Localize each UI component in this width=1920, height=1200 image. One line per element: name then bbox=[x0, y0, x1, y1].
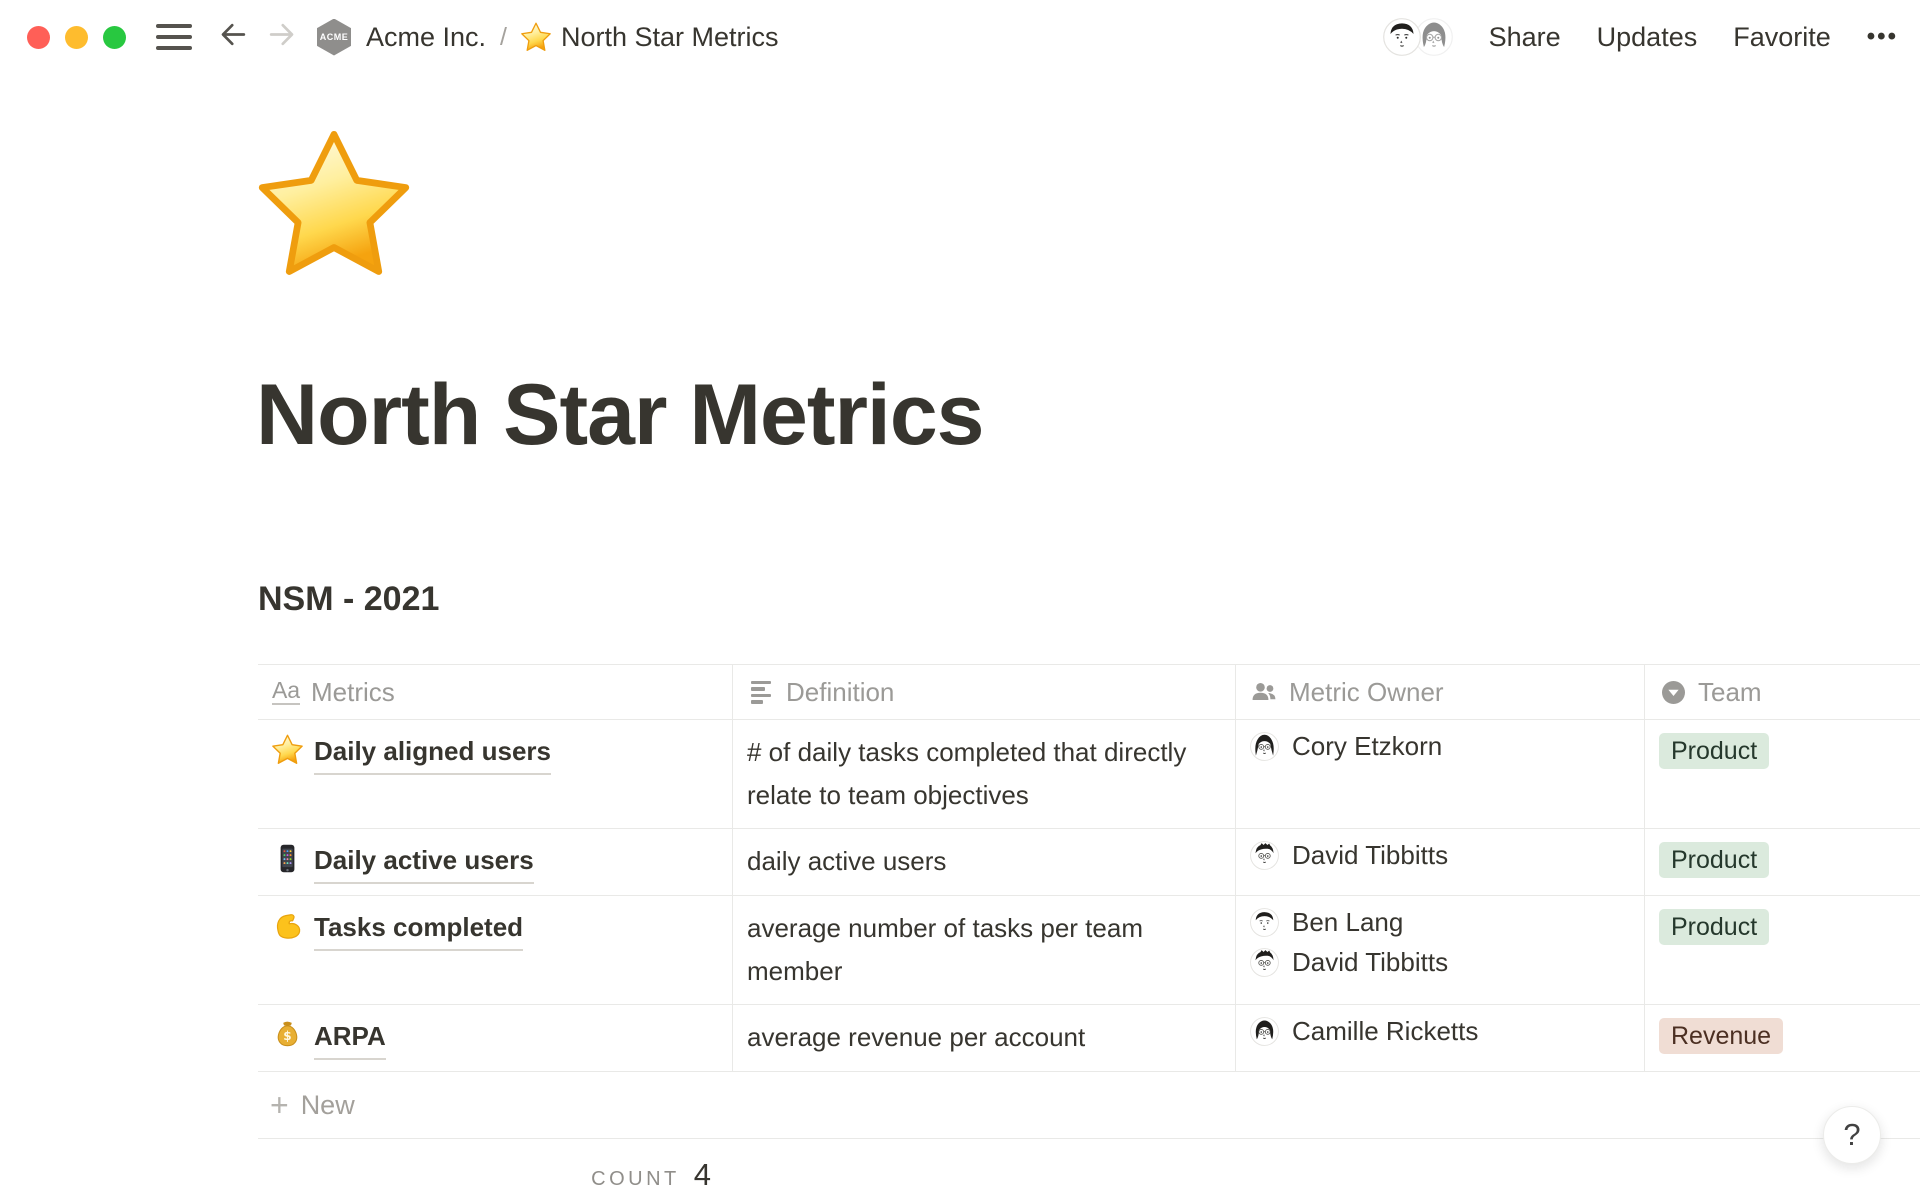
team-cell[interactable]: Product bbox=[1645, 896, 1920, 1004]
column-header-definition[interactable]: Definition bbox=[733, 665, 1236, 719]
sidebar-menu-icon[interactable] bbox=[156, 24, 192, 50]
metric-page-link[interactable]: Daily aligned users bbox=[314, 731, 551, 775]
minimize-window-button[interactable] bbox=[65, 26, 88, 49]
favorite-button[interactable]: Favorite bbox=[1733, 22, 1831, 53]
count-label: COUNT bbox=[591, 1168, 680, 1191]
collaborator-avatars[interactable] bbox=[1383, 18, 1453, 56]
person-chip[interactable]: David Tibbitts bbox=[1250, 840, 1628, 871]
workspace-logo-icon[interactable]: ACME bbox=[317, 19, 351, 56]
breadcrumb-workspace[interactable]: Acme Inc. bbox=[366, 22, 486, 53]
breadcrumb-separator: / bbox=[500, 23, 507, 52]
avatar bbox=[1250, 732, 1279, 761]
new-row-label: New bbox=[301, 1090, 355, 1121]
person-name: Ben Lang bbox=[1292, 907, 1403, 938]
avatar[interactable] bbox=[1383, 18, 1421, 56]
metric-page-link[interactable]: ARPA bbox=[314, 1016, 386, 1060]
page-title[interactable]: North Star Metrics bbox=[256, 366, 984, 465]
avatar bbox=[1250, 948, 1279, 977]
column-label: Definition bbox=[786, 677, 894, 708]
close-window-button[interactable] bbox=[27, 26, 50, 49]
plus-icon: + bbox=[270, 1089, 289, 1121]
star-icon bbox=[272, 734, 303, 765]
window-titlebar: ACME Acme Inc. / North Star Metrics Shar… bbox=[0, 0, 1920, 74]
team-cell[interactable]: Product bbox=[1645, 720, 1920, 828]
team-tag[interactable]: Product bbox=[1659, 909, 1769, 945]
window-controls bbox=[27, 26, 126, 49]
column-label: Team bbox=[1698, 677, 1762, 708]
metric-owner-cell[interactable]: David Tibbitts bbox=[1236, 829, 1645, 895]
metric-cell[interactable]: Daily aligned users bbox=[258, 720, 733, 828]
select-property-icon bbox=[1659, 678, 1687, 706]
table-row: $ ARPAaverage revenue per account Camill… bbox=[258, 1005, 1920, 1072]
metric-cell[interactable]: Tasks completed bbox=[258, 896, 733, 1004]
database-title[interactable]: NSM - 2021 bbox=[258, 580, 439, 619]
align-left-icon bbox=[747, 678, 775, 706]
breadcrumb-page[interactable]: North Star Metrics bbox=[561, 22, 779, 53]
breadcrumb: ACME Acme Inc. / North Star Metrics bbox=[317, 19, 779, 56]
person-chip[interactable]: Cory Etzkorn bbox=[1250, 731, 1628, 762]
back-arrow-icon[interactable] bbox=[218, 19, 249, 55]
team-tag[interactable]: Product bbox=[1659, 842, 1769, 878]
person-name: Cory Etzkorn bbox=[1292, 731, 1442, 762]
metrics-table: Aa Metrics Definition Metric Owner Team … bbox=[258, 664, 1920, 1193]
metric-cell[interactable]: Daily active users bbox=[258, 829, 733, 895]
updates-button[interactable]: Updates bbox=[1597, 22, 1698, 53]
table-count-footer[interactable]: COUNT 4 bbox=[258, 1139, 733, 1193]
definition-cell[interactable]: average revenue per account bbox=[733, 1005, 1236, 1071]
metric-page-link[interactable]: Daily active users bbox=[314, 840, 534, 884]
person-chip[interactable]: Camille Ricketts bbox=[1250, 1016, 1628, 1047]
team-tag[interactable]: Revenue bbox=[1659, 1018, 1783, 1054]
person-chip[interactable]: Ben Lang bbox=[1250, 907, 1628, 938]
phone-icon bbox=[272, 843, 303, 874]
count-value: 4 bbox=[694, 1157, 711, 1193]
page-star-icon bbox=[521, 22, 551, 52]
forward-arrow-icon bbox=[266, 19, 297, 55]
page-icon-star[interactable] bbox=[258, 128, 410, 280]
more-options-icon[interactable]: ••• bbox=[1867, 23, 1898, 51]
team-cell[interactable]: Revenue bbox=[1645, 1005, 1920, 1071]
column-header-metric-owner[interactable]: Metric Owner bbox=[1236, 665, 1645, 719]
table-row: Daily aligned users # of daily tasks comp… bbox=[258, 720, 1920, 829]
definition-cell[interactable]: # of daily tasks completed that directly… bbox=[733, 720, 1236, 828]
metric-owner-cell[interactable]: Camille Ricketts bbox=[1236, 1005, 1645, 1071]
definition-cell[interactable]: average number of tasks per team member bbox=[733, 896, 1236, 1004]
table-row: Daily active users daily active users Dav… bbox=[258, 829, 1920, 896]
person-chip[interactable]: David Tibbitts bbox=[1250, 947, 1628, 978]
metric-owner-cell[interactable]: Cory Etzkorn bbox=[1236, 720, 1645, 828]
person-name: David Tibbitts bbox=[1292, 840, 1448, 871]
definition-cell[interactable]: daily active users bbox=[733, 829, 1236, 895]
moneybag-icon: $ bbox=[272, 1019, 303, 1050]
column-label: Metric Owner bbox=[1289, 677, 1444, 708]
metric-cell[interactable]: $ ARPA bbox=[258, 1005, 733, 1071]
metric-owner-cell[interactable]: Ben Lang David Tibbitts bbox=[1236, 896, 1645, 1004]
person-name: Camille Ricketts bbox=[1292, 1016, 1478, 1047]
metric-page-link[interactable]: Tasks completed bbox=[314, 907, 523, 951]
table-header-row: Aa Metrics Definition Metric Owner Team bbox=[258, 664, 1920, 720]
avatar bbox=[1250, 908, 1279, 937]
help-button[interactable]: ? bbox=[1823, 1106, 1881, 1164]
team-cell[interactable]: Product bbox=[1645, 829, 1920, 895]
column-header-team[interactable]: Team bbox=[1645, 665, 1920, 719]
team-tag[interactable]: Product bbox=[1659, 733, 1769, 769]
person-name: David Tibbitts bbox=[1292, 947, 1448, 978]
share-button[interactable]: Share bbox=[1489, 22, 1561, 53]
text-property-icon: Aa bbox=[272, 678, 300, 706]
table-row: Tasks completed average number of tasks p… bbox=[258, 896, 1920, 1005]
column-header-metrics[interactable]: Aa Metrics bbox=[258, 665, 733, 719]
zoom-window-button[interactable] bbox=[103, 26, 126, 49]
people-icon bbox=[1250, 678, 1278, 706]
new-row-button[interactable]: + New bbox=[258, 1072, 1920, 1139]
biceps-icon bbox=[272, 910, 303, 941]
avatar bbox=[1250, 1017, 1279, 1046]
column-label: Metrics bbox=[311, 677, 395, 708]
svg-text:$: $ bbox=[283, 1029, 291, 1043]
avatar bbox=[1250, 841, 1279, 870]
